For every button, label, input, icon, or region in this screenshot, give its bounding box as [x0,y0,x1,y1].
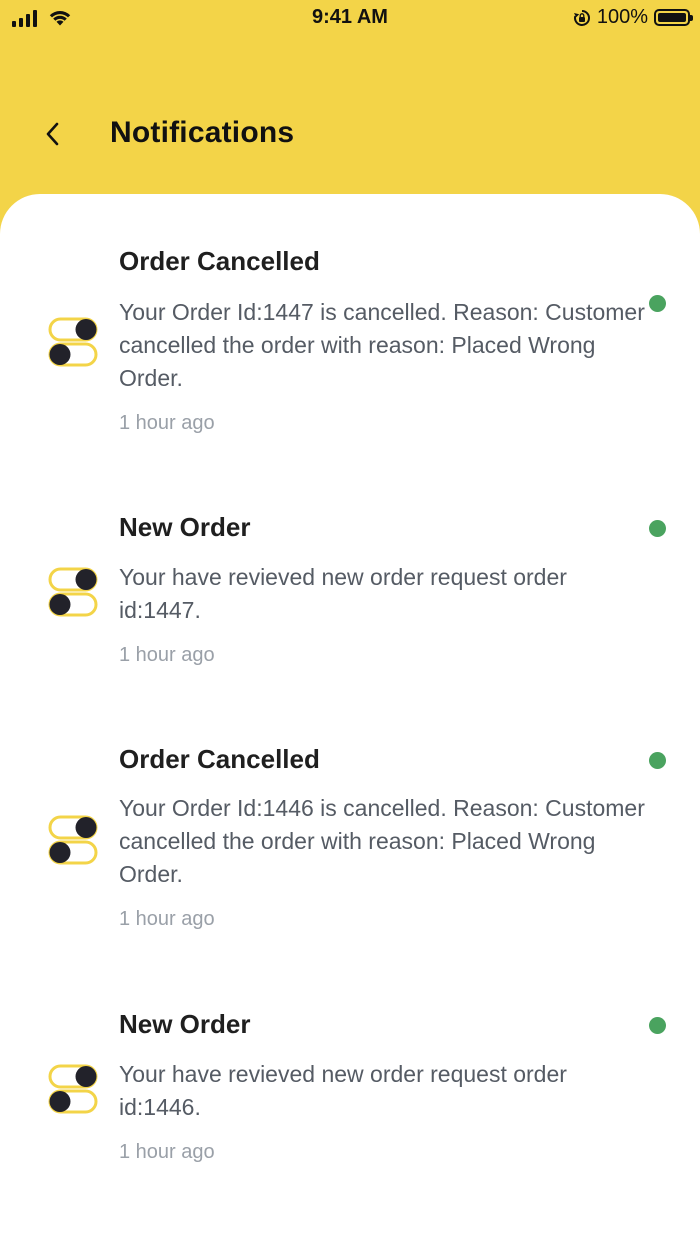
unread-dot [649,752,666,769]
notification-title: New Order [119,1009,251,1039]
notification-item[interactable]: Order Cancelled Your Order Id:1447 is ca… [0,234,700,464]
battery-icon [654,9,693,26]
page-title: Notifications [110,116,295,149]
notification-body: Your have revieved new order request ord… [119,564,567,623]
notification-title: New Order [119,512,251,542]
unread-dot [649,295,666,312]
notification-item[interactable]: New Order Your have revieved new order r… [0,997,700,1187]
notification-time: 1 hour ago [119,908,215,930]
notification-time: 1 hour ago [119,1141,215,1163]
toggles-icon [48,1064,98,1114]
battery-percentage: 100% [596,6,648,28]
notification-item[interactable]: Order Cancelled Your Order Id:1446 is ca… [0,732,700,962]
toggles-icon [48,815,98,865]
header: Notifications [0,90,700,180]
back-button[interactable] [36,118,68,150]
notification-body: Your have revieved new order request ord… [119,1061,567,1120]
status-right: 100% [573,6,693,29]
notification-body: Your Order Id:1446 is cancelled. Reason:… [119,795,645,887]
unread-dot [649,520,666,537]
status-bar: 9:41 AM 100% [0,0,700,36]
rotation-lock-icon [573,9,590,26]
notification-item[interactable]: New Order Your have revieved new order r… [0,500,700,690]
chevron-left-icon [46,122,59,146]
notification-body: Your Order Id:1447 is cancelled. Reason:… [119,299,645,391]
notification-title: Order Cancelled [119,744,320,774]
toggles-icon [48,567,98,617]
notification-time: 1 hour ago [119,412,215,434]
notifications-list: Order Cancelled Your Order Id:1447 is ca… [0,194,700,1244]
notification-title: Order Cancelled [119,246,320,276]
toggles-icon [48,317,98,367]
unread-dot [649,1017,666,1034]
notification-time: 1 hour ago [119,644,215,666]
